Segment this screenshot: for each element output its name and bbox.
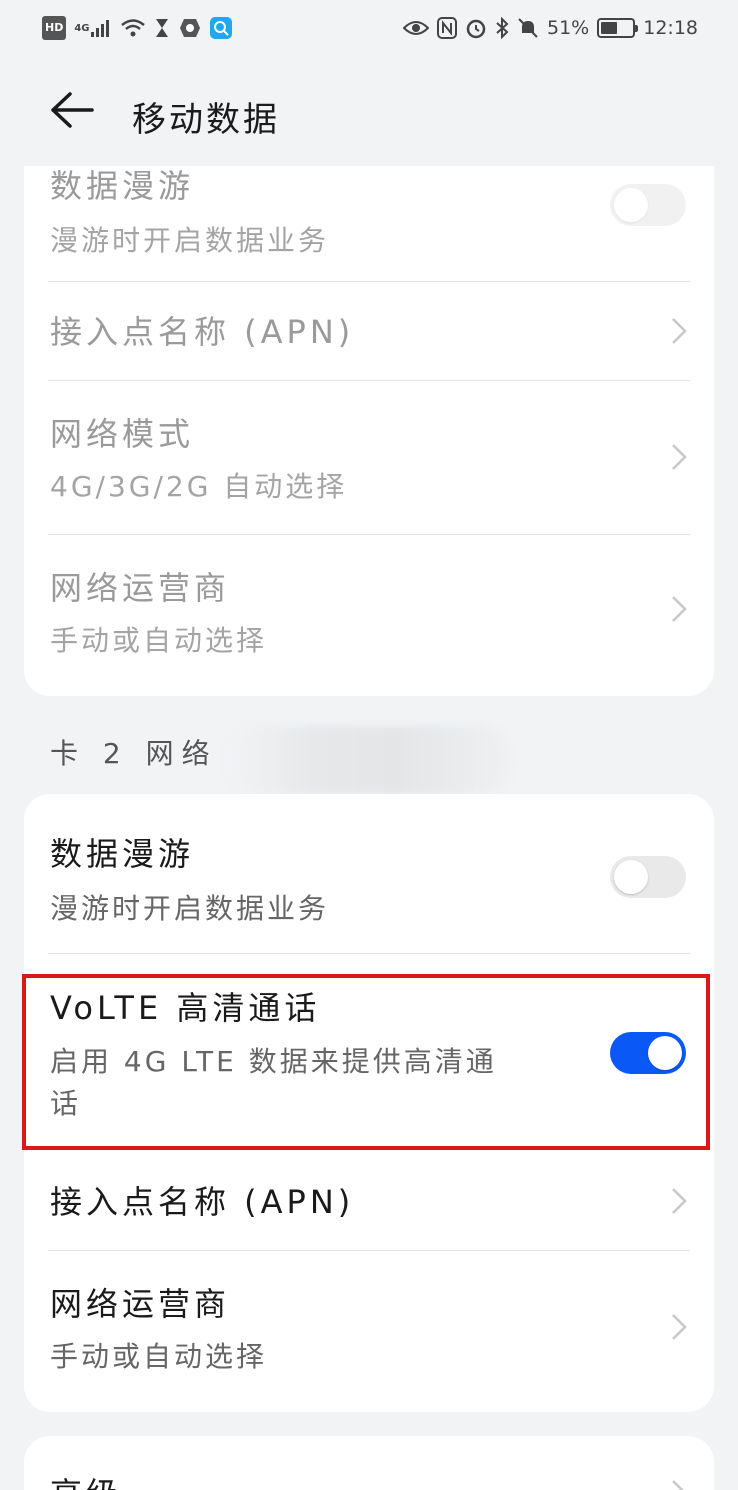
sim1-carrier-subtitle: 手动或自动选择 bbox=[50, 624, 268, 657]
search-app-icon bbox=[209, 17, 232, 39]
advanced-card: 高级 bbox=[24, 1436, 714, 1490]
chevron-right-icon bbox=[672, 1314, 687, 1340]
alarm-icon bbox=[465, 16, 487, 40]
redacted-carrier-name bbox=[228, 726, 510, 794]
sim1-apn-row[interactable]: 接入点名称 (APN) bbox=[50, 312, 690, 352]
sim2-data-roaming-toggle[interactable] bbox=[610, 856, 686, 898]
nfc-icon bbox=[437, 16, 457, 40]
sim1-network-mode-subtitle: 4G/3G/2G 自动选择 bbox=[50, 470, 348, 503]
battery-icon bbox=[597, 18, 639, 38]
sim2-carrier-subtitle: 手动或自动选择 bbox=[50, 1340, 268, 1373]
toggle-knob bbox=[614, 188, 648, 222]
mute-icon bbox=[517, 16, 539, 40]
divider bbox=[48, 1250, 690, 1251]
sim2-carrier-row[interactable]: 网络运营商 手动或自动选择 bbox=[50, 1284, 690, 1376]
sim1-network-mode-row[interactable]: 网络模式 4G/3G/2G 自动选择 bbox=[50, 414, 690, 506]
chevron-right-icon bbox=[672, 1480, 684, 1490]
sim2-data-roaming-title: 数据漫游 bbox=[50, 835, 195, 873]
advanced-title: 高级 bbox=[50, 1474, 690, 1490]
app-header: 移动数据 bbox=[0, 72, 738, 154]
sim2-section-label: 卡 2 网络 bbox=[50, 737, 218, 770]
sim1-data-roaming-toggle[interactable] bbox=[610, 184, 686, 226]
sim2-apn-title: 接入点名称 (APN) bbox=[50, 1183, 355, 1221]
divider bbox=[48, 380, 690, 381]
sim2-data-roaming-subtitle: 漫游时开启数据业务 bbox=[50, 892, 330, 925]
back-button[interactable] bbox=[48, 90, 98, 130]
chevron-right-icon bbox=[672, 444, 687, 470]
hourglass-icon bbox=[154, 16, 170, 40]
arrow-left-icon bbox=[51, 92, 94, 128]
sim1-data-roaming-subtitle: 漫游时开启数据业务 bbox=[50, 224, 330, 257]
cell-signal-icon: 4G bbox=[74, 16, 111, 40]
chevron-right-icon bbox=[672, 596, 687, 622]
divider bbox=[48, 534, 690, 535]
status-left: HD 4G bbox=[42, 16, 232, 40]
clock: 12:18 bbox=[643, 17, 698, 39]
bluetooth-icon bbox=[495, 16, 509, 40]
volte-highlight-box bbox=[22, 974, 710, 1150]
app-icon bbox=[178, 16, 202, 40]
page-title: 移动数据 bbox=[132, 100, 280, 140]
sim2-apn-row[interactable]: 接入点名称 (APN) bbox=[50, 1182, 690, 1222]
sim1-data-roaming-row[interactable]: 数据漫游 漫游时开启数据业务 bbox=[50, 166, 690, 260]
divider bbox=[48, 281, 690, 282]
chevron-right-icon bbox=[672, 1188, 687, 1214]
sim2-carrier-title: 网络运营商 bbox=[50, 1285, 231, 1323]
status-right: 51% 12:18 bbox=[403, 16, 698, 40]
wifi-icon bbox=[120, 16, 146, 40]
divider bbox=[48, 953, 690, 954]
sim1-network-mode-title: 网络模式 bbox=[50, 415, 195, 453]
sim1-carrier-title: 网络运营商 bbox=[50, 569, 231, 607]
toggle-knob bbox=[614, 860, 648, 894]
chevron-right-icon bbox=[672, 318, 687, 344]
sim1-carrier-row[interactable]: 网络运营商 手动或自动选择 bbox=[50, 568, 690, 660]
sim1-data-roaming-title: 数据漫游 bbox=[50, 167, 195, 205]
hd-icon: HD bbox=[42, 16, 67, 40]
eye-icon bbox=[403, 16, 429, 40]
sim1-apn-title: 接入点名称 (APN) bbox=[50, 313, 355, 351]
sim2-data-roaming-row[interactable]: 数据漫游 漫游时开启数据业务 bbox=[50, 834, 690, 928]
battery-percent: 51% bbox=[547, 17, 590, 39]
battery-fill bbox=[601, 22, 617, 34]
sim1-settings-card: 数据漫游 漫游时开启数据业务 接入点名称 (APN) 网络模式 4G/3G/2G… bbox=[24, 166, 714, 696]
advanced-row[interactable]: 高级 bbox=[50, 1474, 690, 1490]
signal-label: 4G bbox=[74, 22, 90, 34]
status-bar: HD 4G 51% 12:18 bbox=[0, 0, 738, 56]
